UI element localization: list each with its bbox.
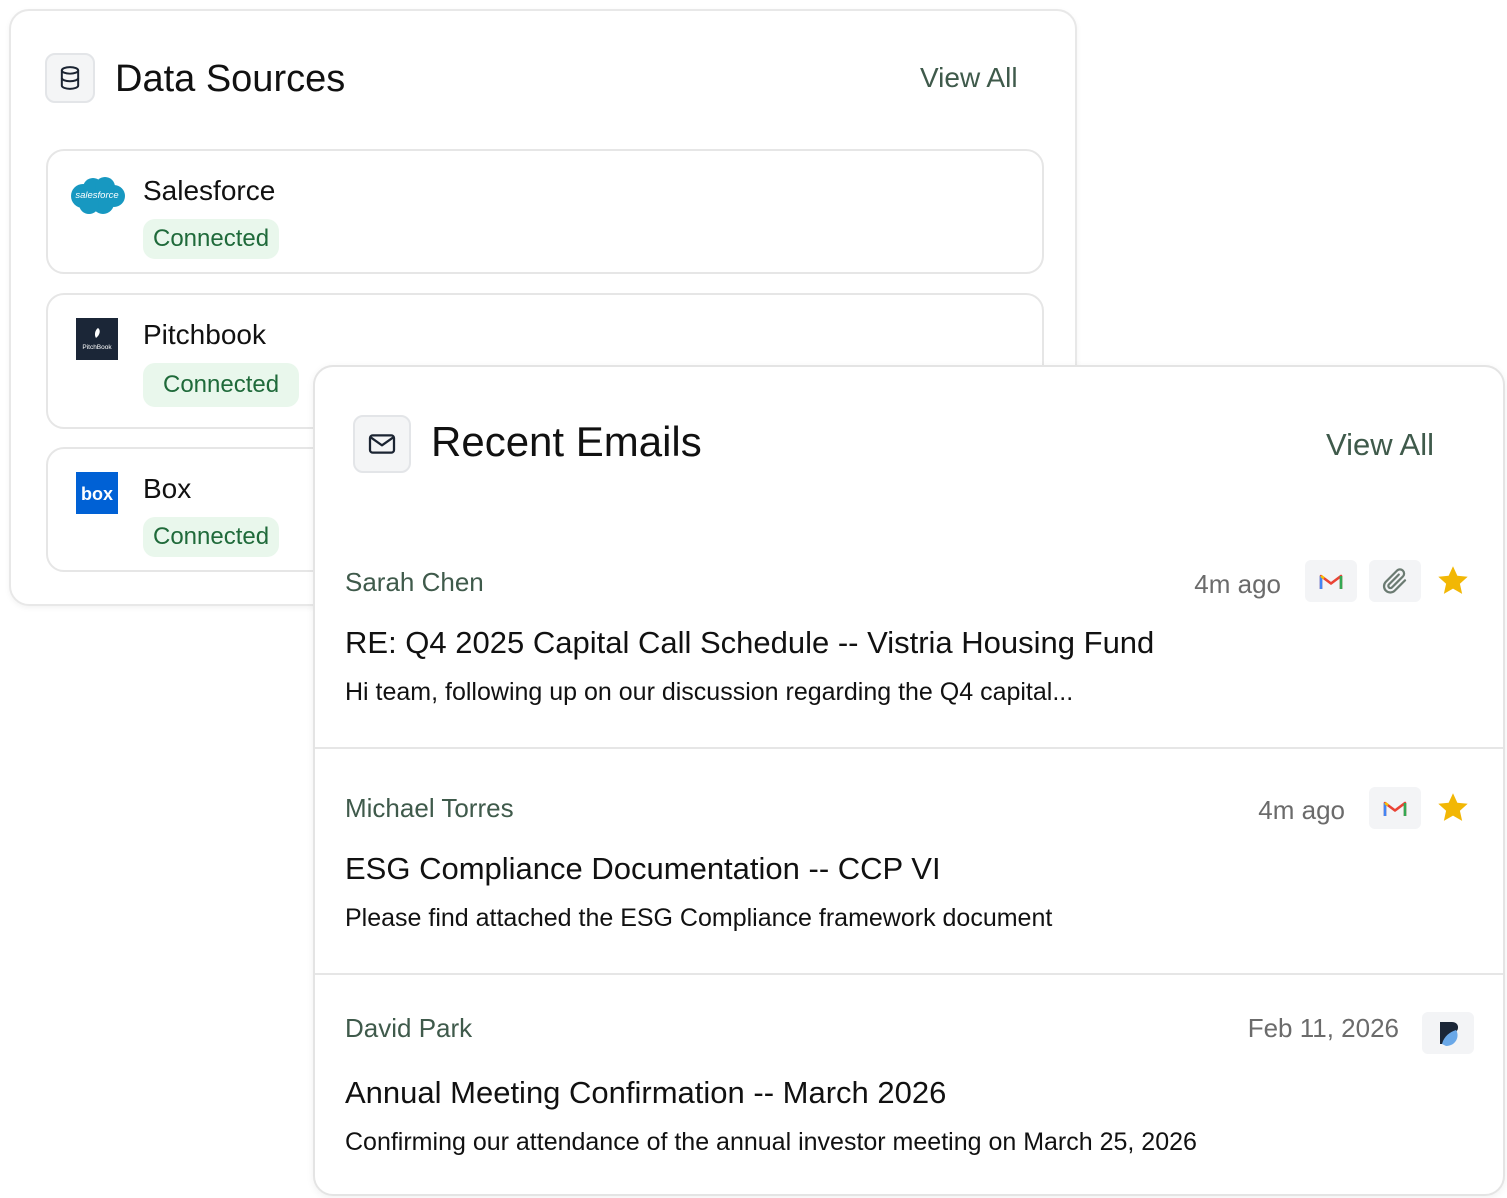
source-name: Salesforce xyxy=(143,175,276,206)
source-name: Pitchbook xyxy=(143,319,266,350)
mail-icon xyxy=(353,415,411,473)
source-name: Box xyxy=(143,473,192,504)
email-time: 4m ago xyxy=(1194,569,1281,599)
email-subject: RE: Q4 2025 Capital Call Schedule -- Vis… xyxy=(345,625,1155,660)
svg-text:salesforce: salesforce xyxy=(75,190,118,201)
gmail-icon[interactable] xyxy=(1305,560,1357,602)
source-item-salesforce[interactable]: salesforce Salesforce Connected xyxy=(46,149,1044,274)
recent-emails-card: Recent Emails View All Sarah Chen 4m ago… xyxy=(313,365,1505,1196)
box-logo: box xyxy=(66,471,128,515)
email-subject: Annual Meeting Confirmation -- March 202… xyxy=(345,1075,947,1110)
email-preview: Hi team, following up on our discussion … xyxy=(345,678,1074,706)
email-row[interactable]: Sarah Chen 4m ago RE: Q4 2025 Capital Ca… xyxy=(315,543,1503,749)
status-badge: Connected xyxy=(143,219,280,259)
star-icon[interactable] xyxy=(1434,789,1472,827)
email-preview: Confirming our attendance of the annual … xyxy=(345,1128,1197,1156)
data-sources-view-all-link[interactable]: View All xyxy=(920,64,1018,92)
email-sender: David Park xyxy=(345,1013,473,1043)
email-row[interactable]: Michael Torres 4m ago ESG Compliance Doc… xyxy=(315,749,1503,975)
email-row[interactable]: David Park Feb 11, 2026 Annual Meeting C… xyxy=(315,975,1503,1194)
status-badge: Connected xyxy=(143,517,280,557)
email-sender: Sarah Chen xyxy=(345,567,484,597)
star-icon[interactable] xyxy=(1434,562,1472,600)
svg-text:box: box xyxy=(81,484,113,504)
email-preview: Please find attached the ESG Compliance … xyxy=(345,904,1053,932)
database-icon xyxy=(45,53,95,103)
recent-emails-title: Recent Emails xyxy=(431,418,702,465)
recent-emails-view-all-link[interactable]: View All xyxy=(1326,429,1434,460)
source-app-icon[interactable] xyxy=(1422,1012,1474,1054)
gmail-icon[interactable] xyxy=(1369,787,1421,829)
status-badge: Connected xyxy=(143,363,300,407)
data-sources-title: Data Sources xyxy=(115,58,346,100)
email-sender: Michael Torres xyxy=(345,793,514,823)
svg-text:PitchBook: PitchBook xyxy=(82,344,112,351)
email-time: 4m ago xyxy=(1258,795,1345,825)
pitchbook-logo: PitchBook xyxy=(66,317,128,361)
attachment-icon[interactable] xyxy=(1369,560,1421,602)
salesforce-logo: salesforce xyxy=(66,173,128,217)
email-subject: ESG Compliance Documentation -- CCP VI xyxy=(345,851,941,886)
email-time: Feb 11, 2026 xyxy=(1247,1013,1399,1043)
